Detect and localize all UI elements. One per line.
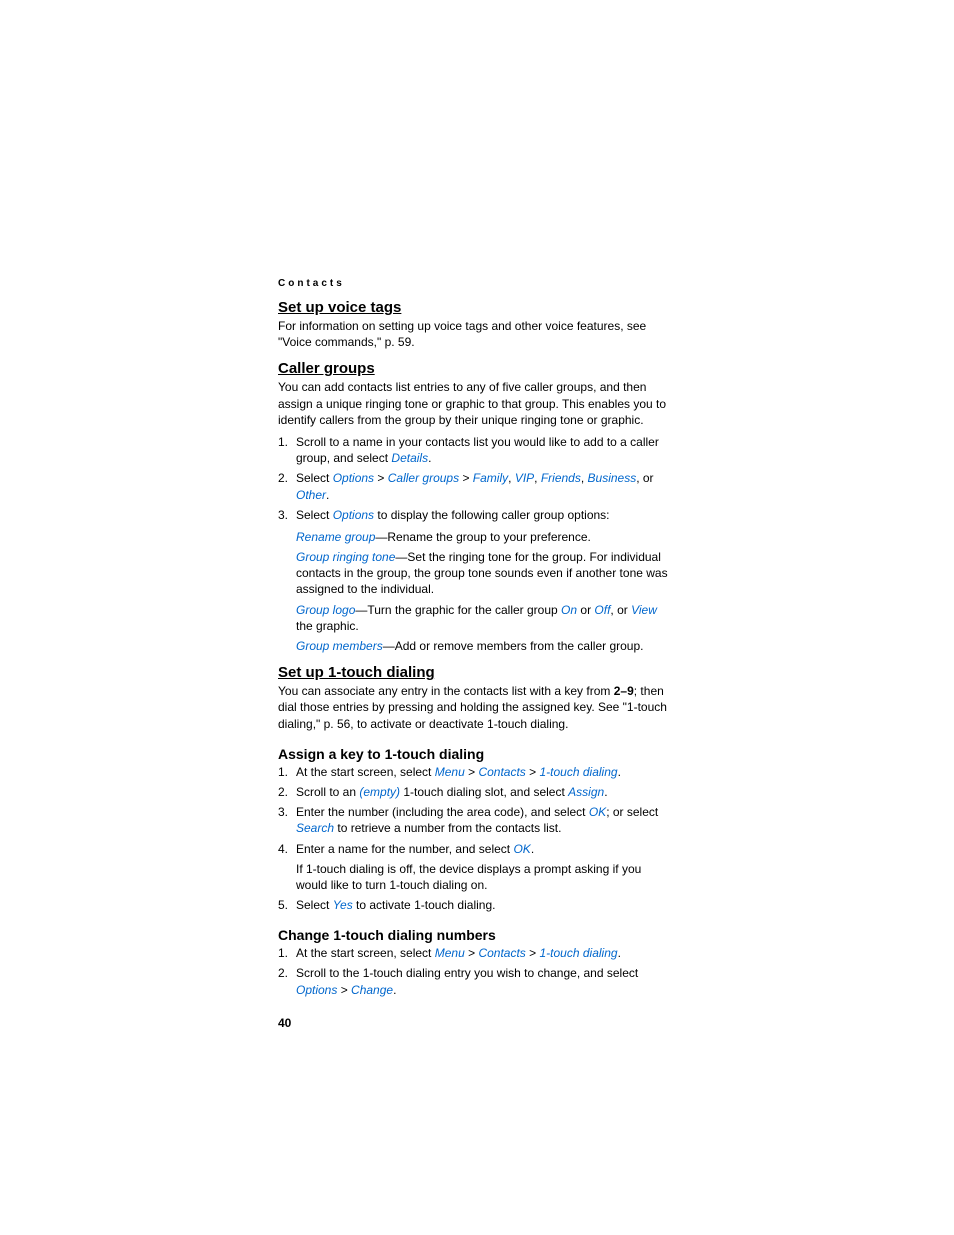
link-search[interactable]: Search: [296, 821, 334, 835]
link-assign[interactable]: Assign: [568, 785, 604, 799]
a5-text2: to activate 1-touch dialing.: [353, 898, 496, 912]
list-item: 2. Select Options > Caller groups > Fami…: [278, 470, 674, 502]
step3-text: Select: [296, 508, 333, 522]
step1-text: Scroll to a name in your contacts list y…: [296, 435, 659, 465]
step3-tail: to display the following caller group op…: [374, 508, 609, 522]
list-caller-groups: 1. Scroll to a name in your contacts lis…: [278, 434, 674, 523]
logo-t1: —Turn the graphic for the caller group: [355, 603, 561, 617]
list-item: 1. At the start screen, select Menu > Co…: [278, 764, 674, 780]
heading-assign-key: Assign a key to 1-touch dialing: [278, 746, 674, 762]
document-page: Contacts Set up voice tags For informati…: [0, 0, 954, 1230]
list-item: 1. Scroll to a name in your contacts lis…: [278, 434, 674, 466]
list-number: 1.: [278, 945, 288, 961]
keys-range: 2–9: [614, 684, 634, 698]
link-vip[interactable]: VIP: [515, 471, 534, 485]
a3-text3: to retrieve a number from the contacts l…: [334, 821, 561, 835]
rename-text: —Rename the group to your preference.: [375, 530, 590, 544]
list-number: 5.: [278, 897, 288, 913]
link-group-ringing-tone[interactable]: Group ringing tone: [296, 550, 395, 564]
list-item: 2. Scroll to the 1-touch dialing entry y…: [278, 965, 674, 997]
link-ok[interactable]: OK: [513, 842, 530, 856]
section-header: Contacts: [278, 278, 674, 289]
a5-text: Select: [296, 898, 333, 912]
para-caller-groups-intro: You can add contacts list entries to any…: [278, 379, 674, 428]
link-on[interactable]: On: [561, 603, 577, 617]
link-business[interactable]: Business: [588, 471, 637, 485]
a3-text2: ; or select: [606, 805, 658, 819]
link-ok[interactable]: OK: [589, 805, 606, 819]
heading-caller-groups: Caller groups: [278, 360, 674, 377]
list-change-1touch: 1. At the start screen, select Menu > Co…: [278, 945, 674, 998]
link-view[interactable]: View: [631, 603, 657, 617]
list-number: 1.: [278, 764, 288, 780]
list-number: 2.: [278, 784, 288, 800]
list-item: 3. Select Options to display the followi…: [278, 507, 674, 523]
list-assign-key: 1. At the start screen, select Menu > Co…: [278, 764, 674, 914]
link-1touch-dialing[interactable]: 1-touch dialing: [540, 765, 618, 779]
link-rename-group[interactable]: Rename group: [296, 530, 375, 544]
link-1touch-dialing[interactable]: 1-touch dialing: [540, 946, 618, 960]
option-rename: Rename group—Rename the group to your pr…: [296, 529, 674, 545]
step2-or: , or: [636, 471, 653, 485]
list-number: 4.: [278, 841, 288, 857]
list-number: 1.: [278, 434, 288, 450]
option-logo: Group logo—Turn the graphic for the call…: [296, 602, 674, 634]
list-number: 2.: [278, 965, 288, 981]
period: .: [428, 451, 431, 465]
a2-text2: 1-touch dialing slot, and select: [400, 785, 568, 799]
link-caller-groups[interactable]: Caller groups: [388, 471, 459, 485]
link-menu[interactable]: Menu: [435, 765, 465, 779]
heading-change-1touch: Change 1-touch dialing numbers: [278, 927, 674, 943]
a2-text: Scroll to an: [296, 785, 359, 799]
para-1touch-intro: You can associate any entry in the conta…: [278, 683, 674, 732]
link-options[interactable]: Options: [296, 983, 337, 997]
link-group-logo[interactable]: Group logo: [296, 603, 355, 617]
option-ringtone: Group ringing tone—Set the ringing tone …: [296, 549, 674, 598]
list-item: 3. Enter the number (including the area …: [278, 804, 674, 836]
a4-text: Enter a name for the number, and select: [296, 842, 513, 856]
c1-text: At the start screen, select: [296, 946, 435, 960]
list-item: 4. Enter a name for the number, and sele…: [278, 841, 674, 894]
list-number: 3.: [278, 507, 288, 523]
intro1: You can associate any entry in the conta…: [278, 684, 614, 698]
logo-t2: or: [577, 603, 594, 617]
c2-text: Scroll to the 1-touch dialing entry you …: [296, 966, 638, 980]
link-friends[interactable]: Friends: [541, 471, 581, 485]
a4-followup: If 1-touch dialing is off, the device di…: [296, 861, 674, 893]
link-change[interactable]: Change: [351, 983, 393, 997]
heading-1touch: Set up 1-touch dialing: [278, 664, 674, 681]
link-details[interactable]: Details: [391, 451, 428, 465]
link-off[interactable]: Off: [594, 603, 610, 617]
page-number: 40: [278, 1016, 674, 1030]
step2-text: Select: [296, 471, 333, 485]
heading-voice-tags: Set up voice tags: [278, 299, 674, 316]
link-yes[interactable]: Yes: [333, 898, 353, 912]
link-other[interactable]: Other: [296, 488, 326, 502]
link-contacts[interactable]: Contacts: [478, 946, 525, 960]
members-text: —Add or remove members from the caller g…: [383, 639, 644, 653]
link-empty[interactable]: (empty): [359, 785, 400, 799]
link-group-members[interactable]: Group members: [296, 639, 383, 653]
link-options[interactable]: Options: [333, 508, 374, 522]
list-number: 2.: [278, 470, 288, 486]
list-number: 3.: [278, 804, 288, 820]
a3-text: Enter the number (including the area cod…: [296, 805, 589, 819]
logo-t4: the graphic.: [296, 619, 359, 633]
link-contacts[interactable]: Contacts: [478, 765, 525, 779]
list-item: 1. At the start screen, select Menu > Co…: [278, 945, 674, 961]
para-voice-tags: For information on setting up voice tags…: [278, 318, 674, 350]
link-menu[interactable]: Menu: [435, 946, 465, 960]
list-item: 2. Scroll to an (empty) 1-touch dialing …: [278, 784, 674, 800]
link-family[interactable]: Family: [473, 471, 508, 485]
link-options[interactable]: Options: [333, 471, 374, 485]
a1-text: At the start screen, select: [296, 765, 435, 779]
list-item: 5. Select Yes to activate 1-touch dialin…: [278, 897, 674, 913]
option-members: Group members—Add or remove members from…: [296, 638, 674, 654]
logo-t3: , or: [610, 603, 631, 617]
